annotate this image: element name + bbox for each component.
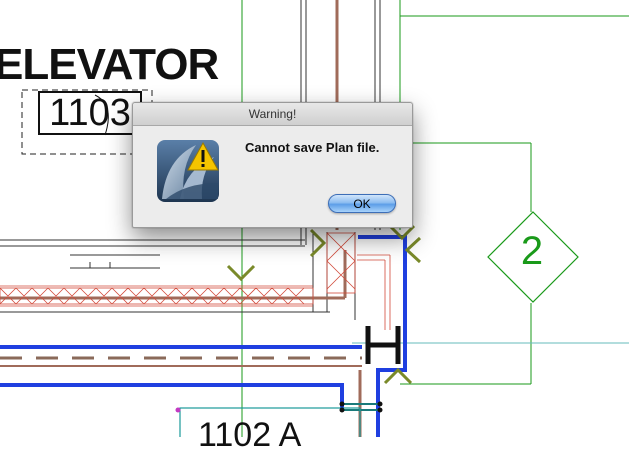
room-number-tag: 1103 (38, 91, 142, 135)
dimension-marker (365, 326, 401, 364)
dialog-message: Cannot save Plan file. (245, 140, 380, 155)
grid-bubble-label: 2 (520, 229, 544, 273)
ok-button[interactable]: OK (328, 194, 396, 213)
dialog-title: Warning! (133, 103, 412, 126)
grip-point (175, 407, 181, 413)
grip-point (339, 401, 345, 407)
hatched-wall (0, 232, 391, 330)
app-icon (157, 140, 219, 202)
room-number-bottom: 1102 A (198, 416, 302, 454)
room-name-label: ELEVATOR (0, 40, 219, 89)
warning-dialog: Warning! Cannot save Plan file. OK (132, 102, 413, 228)
grip-point (377, 401, 383, 407)
grip-point (339, 407, 345, 413)
grip-point (377, 407, 383, 413)
